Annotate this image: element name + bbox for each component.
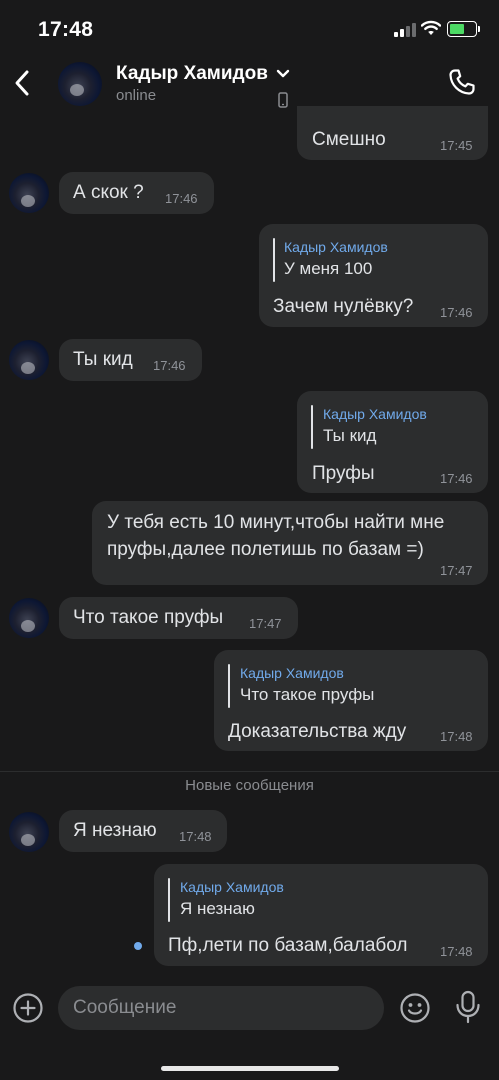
message-input[interactable] <box>73 986 373 1030</box>
message-text: Доказательства жду <box>228 721 407 742</box>
unread-indicator <box>134 942 142 950</box>
new-messages-divider: Новые сообщения <box>185 777 314 794</box>
back-button[interactable] <box>10 66 36 100</box>
battery-icon <box>447 21 477 37</box>
message-bubble-incoming[interactable]: А скок ? 17:46 <box>59 172 214 214</box>
contact-avatar[interactable] <box>9 173 49 213</box>
message-time: 17:48 <box>179 829 212 844</box>
reply-quote-bar <box>228 664 230 708</box>
reply-text: Я незнаю <box>180 899 255 918</box>
contact-name[interactable]: Кадыр Хамидов <box>116 63 268 85</box>
reply-author: Кадыр Хамидов <box>240 665 344 681</box>
message-text: Пруфы <box>312 463 375 484</box>
chevron-down-icon[interactable] <box>276 68 290 80</box>
message-text: У тебя есть 10 минут,чтобы найти мне пру… <box>107 512 445 560</box>
reply-quote-bar <box>168 878 170 922</box>
message-time: 17:48 <box>440 729 473 744</box>
message-time: 17:46 <box>165 191 198 206</box>
microphone-button[interactable] <box>454 990 482 1024</box>
message-bubble-outgoing[interactable]: Смешно 17:45 <box>297 106 488 160</box>
new-messages-divider-line <box>0 771 499 772</box>
status-bar: 17:48 <box>0 0 499 56</box>
signal-icon <box>394 23 416 37</box>
message-bubble-outgoing[interactable]: Кадыр Хамидов Я незнаю Пф,лети по базам,… <box>154 864 488 966</box>
chat-header: Кадыр Хамидов online <box>0 56 499 112</box>
call-button[interactable] <box>447 67 477 97</box>
reply-author: Кадыр Хамидов <box>323 406 427 422</box>
message-bubble-outgoing[interactable]: Кадыр Хамидов Ты кид Пруфы 17:46 <box>297 391 488 493</box>
message-time: 17:47 <box>440 563 473 578</box>
home-indicator[interactable] <box>161 1066 339 1071</box>
message-composer <box>0 978 499 1038</box>
message-bubble-outgoing[interactable]: У тебя есть 10 минут,чтобы найти мне пру… <box>92 501 488 585</box>
status-time: 17:48 <box>38 18 94 41</box>
message-time: 17:45 <box>440 138 473 153</box>
message-bubble-outgoing[interactable]: Кадыр Хамидов Что такое пруфы Доказатель… <box>214 650 488 751</box>
reply-text: Что такое пруфы <box>240 685 375 704</box>
emoji-button[interactable] <box>399 992 431 1024</box>
reply-text: У меня 100 <box>284 259 373 278</box>
message-text: Я незнаю <box>73 820 157 841</box>
message-text: Что такое пруфы <box>73 607 224 628</box>
reply-quote-bar <box>311 405 313 449</box>
message-bubble-incoming[interactable]: Я незнаю 17:48 <box>59 810 227 852</box>
message-text: А скок ? <box>73 182 144 203</box>
reply-author: Кадыр Хамидов <box>180 879 284 895</box>
message-input-container[interactable] <box>58 986 384 1030</box>
contact-status: online <box>116 87 288 108</box>
contact-avatar[interactable] <box>9 340 49 380</box>
message-text: Смешно <box>312 129 386 150</box>
message-time: 17:48 <box>440 944 473 959</box>
reply-quote-bar <box>273 238 275 282</box>
message-bubble-incoming[interactable]: Ты кид 17:46 <box>59 339 202 381</box>
contact-avatar[interactable] <box>9 598 49 638</box>
message-time: 17:46 <box>440 471 473 486</box>
battery-cap <box>478 26 480 32</box>
message-text: Ты кид <box>73 349 133 370</box>
wifi-icon <box>421 20 441 35</box>
message-time: 17:47 <box>249 616 282 631</box>
add-attachment-button[interactable] <box>12 992 44 1024</box>
contact-avatar[interactable] <box>58 62 102 106</box>
message-time: 17:46 <box>153 358 186 373</box>
reply-author: Кадыр Хамидов <box>284 239 388 255</box>
message-bubble-outgoing[interactable]: Кадыр Хамидов У меня 100 Зачем нулёвку? … <box>259 224 488 327</box>
message-time: 17:46 <box>440 305 473 320</box>
mobile-device-icon <box>278 92 288 108</box>
message-text: Зачем нулёвку? <box>273 296 414 317</box>
message-text: Пф,лети по базам,балабол <box>168 935 408 956</box>
contact-avatar[interactable] <box>9 812 49 852</box>
status-text: online <box>116 87 157 104</box>
message-bubble-incoming[interactable]: Что такое пруфы 17:47 <box>59 597 298 639</box>
reply-text: Ты кид <box>323 426 377 445</box>
